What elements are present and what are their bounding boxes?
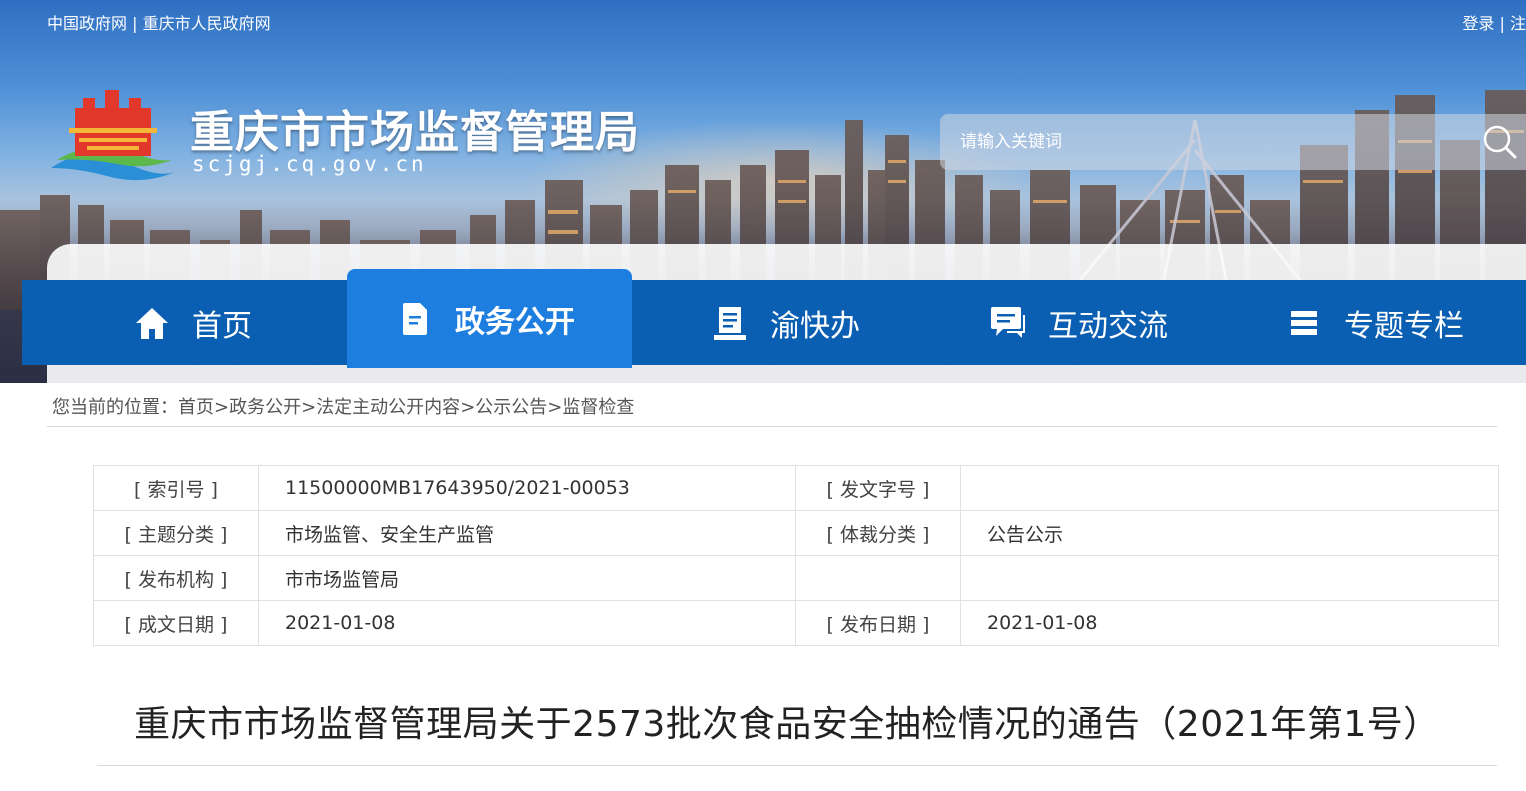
info-key: [ 成文日期 ] [93,600,259,646]
breadcrumb-item-notices[interactable]: 公示公告 [475,397,547,418]
stack-icon [1284,303,1324,343]
nav-item-government-affairs[interactable]: 政务公开 [347,269,632,368]
breadcrumb-divider [47,426,1497,427]
info-value [960,555,1499,601]
nav-item-home[interactable]: 首页 [132,280,252,365]
search-icon[interactable] [1480,122,1520,162]
table-row: [ 发布机构 ] 市市场监管局 [93,555,1499,601]
breadcrumb-sep: > [301,397,317,418]
breadcrumb: 您当前的位置：首页>政务公开>法定主动公开内容>公示公告>监督检查 [52,393,634,419]
top-link-sep: | [132,14,138,33]
table-row: [ 主题分类 ] 市场监管、安全生产监管 [ 体裁分类 ] 公告公示 [93,510,1499,556]
breadcrumb-sep: > [460,397,476,418]
breadcrumb-sep: > [214,397,230,418]
nav-item-label: 政务公开 [455,304,575,340]
table-row: [ 索引号 ] 11500000MB17643950/2021-00053 [ … [93,465,1499,511]
nav-item-label: 首页 [192,308,252,344]
breadcrumb-item-home[interactable]: 首页 [178,397,214,418]
nav-item-yukuaiban[interactable]: 渝快办 [710,280,860,365]
info-value: 2021-01-08 [960,600,1499,646]
top-links: 中国政府网 | 重庆市人民政府网 [47,10,271,34]
info-value: 市场监管、安全生产监管 [258,510,796,556]
top-link-cq[interactable]: 重庆市人民政府网 [143,14,271,33]
info-value [960,465,1499,511]
info-key [795,555,961,601]
chat-icon [988,303,1028,343]
service-icon [710,303,750,343]
info-value: 公告公示 [960,510,1499,556]
breadcrumb-item-inspection[interactable]: 监督检查 [562,397,634,418]
document-icon [395,299,435,339]
info-key: [ 发文字号 ] [795,465,961,511]
search-input[interactable] [940,114,1470,170]
info-key: [ 体裁分类 ] [795,510,961,556]
main-nav: 首页 政务公开 渝快办 互动交流 专题专栏 [22,269,1526,368]
site-domain: scjgj.cq.gov.cn [192,152,427,176]
nav-item-special-topics[interactable]: 专题专栏 [1284,280,1464,365]
login-register-link[interactable]: 登录 | 注 [1462,10,1526,34]
top-link-gov[interactable]: 中国政府网 [47,14,127,33]
info-value: 市市场监管局 [258,555,796,601]
table-row: [ 成文日期 ] 2021-01-08 [ 发布日期 ] 2021-01-08 [93,600,1499,646]
header-banner: 中国政府网 | 重庆市人民政府网 登录 | 注 重庆市市场监督管理局 scjgj… [0,0,1526,383]
info-value: 2021-01-08 [258,600,796,646]
nav-item-label: 互动交流 [1048,308,1168,344]
info-key: [ 发布日期 ] [795,600,961,646]
breadcrumb-sep: > [547,397,563,418]
info-key: [ 主题分类 ] [93,510,259,556]
info-key: [ 索引号 ] [93,465,259,511]
breadcrumb-item-statutory[interactable]: 法定主动公开内容 [316,397,460,418]
nav-item-label: 渝快办 [770,308,860,344]
site-logo-icon [51,90,175,181]
nav-item-label: 专题专栏 [1344,308,1464,344]
search-box [940,114,1526,170]
nav-item-interaction[interactable]: 互动交流 [988,280,1168,365]
title-divider [97,765,1497,766]
article-title: 重庆市市场监督管理局关于2573批次食品安全抽检情况的通告（2021年第1号） [134,704,1440,745]
info-value: 11500000MB17643950/2021-00053 [258,465,796,511]
info-key: [ 发布机构 ] [93,555,259,601]
breadcrumb-prefix: 您当前的位置： [52,397,178,418]
breadcrumb-item-gov-affairs[interactable]: 政务公开 [229,397,301,418]
home-icon [132,303,172,343]
document-info-table: [ 索引号 ] 11500000MB17643950/2021-00053 [ … [93,465,1499,646]
site-title: 重庆市市场监督管理局 [190,107,640,158]
